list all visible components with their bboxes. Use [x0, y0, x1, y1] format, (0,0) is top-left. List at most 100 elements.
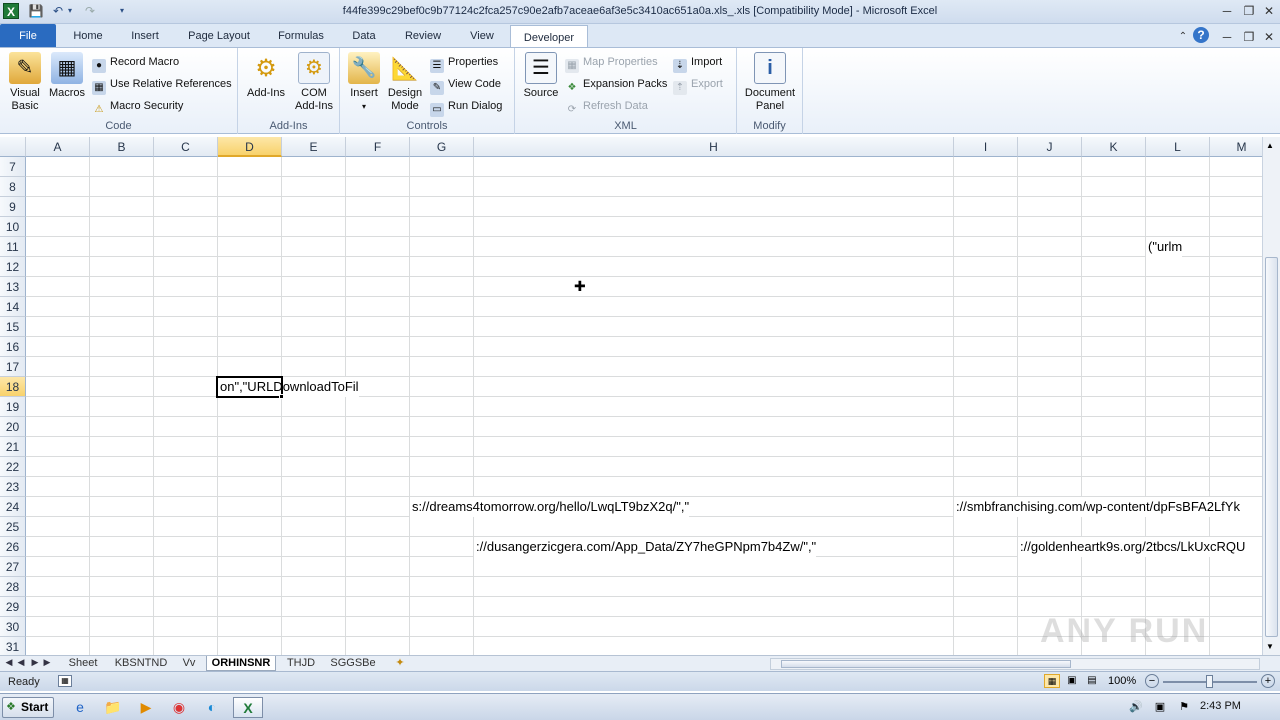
sheet-tab[interactable]: Sheet: [62, 656, 104, 671]
column-header[interactable]: G: [410, 137, 474, 157]
help-icon[interactable]: ?: [1193, 27, 1209, 43]
row-header[interactable]: 10: [0, 217, 26, 237]
page-layout-view-icon[interactable]: ▣: [1064, 674, 1080, 688]
edge-icon[interactable]: ◐: [200, 697, 224, 718]
vertical-scrollbar[interactable]: ▲ ▼: [1262, 137, 1280, 655]
column-header[interactable]: C: [154, 137, 218, 157]
vertical-scroll-thumb[interactable]: [1265, 257, 1278, 637]
use-relative-references-button[interactable]: ▦ Use Relative References: [92, 75, 232, 95]
row-header[interactable]: 9: [0, 197, 26, 217]
column-header[interactable]: F: [346, 137, 410, 157]
row-header[interactable]: 25: [0, 517, 26, 537]
workbook-close-button[interactable]: ✕: [1258, 28, 1280, 46]
com-addins-button[interactable]: ⚙ COM Add-Ins: [290, 52, 338, 113]
design-mode-button[interactable]: 📐 Design Mode: [384, 52, 426, 113]
row-header-selected[interactable]: 18: [0, 377, 26, 397]
visual-basic-button[interactable]: ✎ Visual Basic: [4, 52, 46, 113]
tab-data[interactable]: Data: [342, 24, 386, 48]
macro-recording-icon[interactable]: ▦: [58, 675, 72, 687]
collapse-ribbon-icon[interactable]: ⌃: [1172, 28, 1194, 46]
start-button[interactable]: ❖ Start: [2, 697, 54, 718]
column-header[interactable]: J: [1018, 137, 1082, 157]
workbook-restore-button[interactable]: ❐: [1238, 28, 1260, 46]
document-panel-button[interactable]: i Document Panel: [741, 52, 799, 113]
source-button[interactable]: ☰ Source: [521, 52, 561, 100]
horizontal-scroll-thumb[interactable]: [781, 660, 1071, 668]
row-header[interactable]: 11: [0, 237, 26, 257]
minimize-button[interactable]: ─: [1216, 2, 1238, 20]
insert-sheet-icon[interactable]: ✦: [390, 656, 410, 671]
row-header[interactable]: 19: [0, 397, 26, 417]
column-header[interactable]: E: [282, 137, 346, 157]
worksheet-grid[interactable]: A B C D E F G H I J K L M 7 8 9 10 11 12…: [0, 137, 1262, 655]
prev-sheet-icon[interactable]: ◀: [16, 657, 26, 668]
expansion-packs-button[interactable]: ❖ Expansion Packs: [565, 75, 668, 93]
properties-button[interactable]: ☰ Properties: [430, 53, 498, 73]
zoom-out-icon[interactable]: −: [1145, 674, 1159, 688]
row-header[interactable]: 7: [0, 157, 26, 177]
row-header[interactable]: 31: [0, 637, 26, 655]
record-macro-button[interactable]: ● Record Macro: [92, 53, 179, 73]
view-code-button[interactable]: ✎ View Code: [430, 75, 501, 95]
import-button[interactable]: ⇣ Import: [673, 53, 722, 73]
row-header[interactable]: 20: [0, 417, 26, 437]
cell-I24[interactable]: ://smbfranchising.com/wp-content/dpFsBFA…: [954, 497, 1262, 517]
cell-G24[interactable]: s://dreams4tomorrow.org/hello/LwqLT9bzX2…: [410, 497, 690, 517]
close-button[interactable]: ✕: [1258, 2, 1280, 20]
row-header[interactable]: 27: [0, 557, 26, 577]
zoom-slider-thumb[interactable]: [1206, 675, 1213, 688]
row-header[interactable]: 30: [0, 617, 26, 637]
fill-handle[interactable]: [279, 394, 284, 399]
macros-button[interactable]: ▦ Macros: [46, 52, 88, 100]
workbook-minimize-button[interactable]: ─: [1216, 28, 1238, 46]
tab-view[interactable]: View: [460, 24, 504, 48]
tab-insert[interactable]: Insert: [120, 24, 170, 48]
last-sheet-icon[interactable]: ▶: [42, 657, 52, 668]
row-header[interactable]: 15: [0, 317, 26, 337]
column-header[interactable]: A: [26, 137, 90, 157]
scroll-down-icon[interactable]: ▼: [1266, 642, 1274, 651]
sheet-tab[interactable]: KBSNTND: [110, 656, 172, 671]
column-header-selected[interactable]: D: [218, 137, 282, 157]
media-player-icon[interactable]: ▶: [134, 697, 158, 718]
row-header[interactable]: 24: [0, 497, 26, 517]
restore-button[interactable]: ❐: [1238, 2, 1260, 20]
row-header[interactable]: 28: [0, 577, 26, 597]
select-all-corner[interactable]: [0, 137, 26, 157]
column-header[interactable]: H: [474, 137, 954, 157]
addins-button[interactable]: ⚙ Add-Ins: [244, 52, 288, 100]
row-header[interactable]: 14: [0, 297, 26, 317]
row-header[interactable]: 12: [0, 257, 26, 277]
row-header[interactable]: 8: [0, 177, 26, 197]
chrome-icon[interactable]: ◉: [167, 697, 191, 718]
normal-view-icon[interactable]: ▦: [1044, 674, 1060, 688]
column-header[interactable]: B: [90, 137, 154, 157]
column-header[interactable]: M: [1210, 137, 1262, 157]
cell-L11[interactable]: ("urlm: [1146, 237, 1183, 257]
column-header[interactable]: I: [954, 137, 1018, 157]
run-dialog-button[interactable]: ▭ Run Dialog: [430, 97, 502, 117]
clock[interactable]: 2:43 PM: [1200, 700, 1241, 712]
tab-review[interactable]: Review: [394, 24, 452, 48]
tab-home[interactable]: Home: [64, 24, 112, 48]
ie-icon[interactable]: e: [68, 697, 92, 718]
row-header[interactable]: 26: [0, 537, 26, 557]
row-header[interactable]: 13: [0, 277, 26, 297]
row-header[interactable]: 23: [0, 477, 26, 497]
sheet-tab[interactable]: Vv: [176, 656, 202, 671]
column-header[interactable]: L: [1146, 137, 1210, 157]
cell-H26[interactable]: ://dusangerzicgera.com/App_Data/ZY7heGPN…: [474, 537, 817, 557]
tab-developer[interactable]: Developer: [510, 25, 588, 49]
volume-icon[interactable]: 🔊: [1124, 697, 1148, 718]
first-sheet-icon[interactable]: ◀: [4, 657, 14, 668]
scroll-up-icon[interactable]: ▲: [1266, 141, 1274, 150]
sheet-tab[interactable]: SGGSBe: [326, 656, 380, 671]
network-icon[interactable]: ▣: [1148, 697, 1172, 718]
row-header[interactable]: 21: [0, 437, 26, 457]
zoom-level[interactable]: 100%: [1108, 675, 1136, 687]
page-break-view-icon[interactable]: ▤: [1084, 674, 1100, 688]
next-sheet-icon[interactable]: ▶: [30, 657, 40, 668]
excel-taskbar-icon[interactable]: X: [233, 697, 263, 718]
column-header[interactable]: K: [1082, 137, 1146, 157]
explorer-icon[interactable]: 📁: [101, 697, 125, 718]
